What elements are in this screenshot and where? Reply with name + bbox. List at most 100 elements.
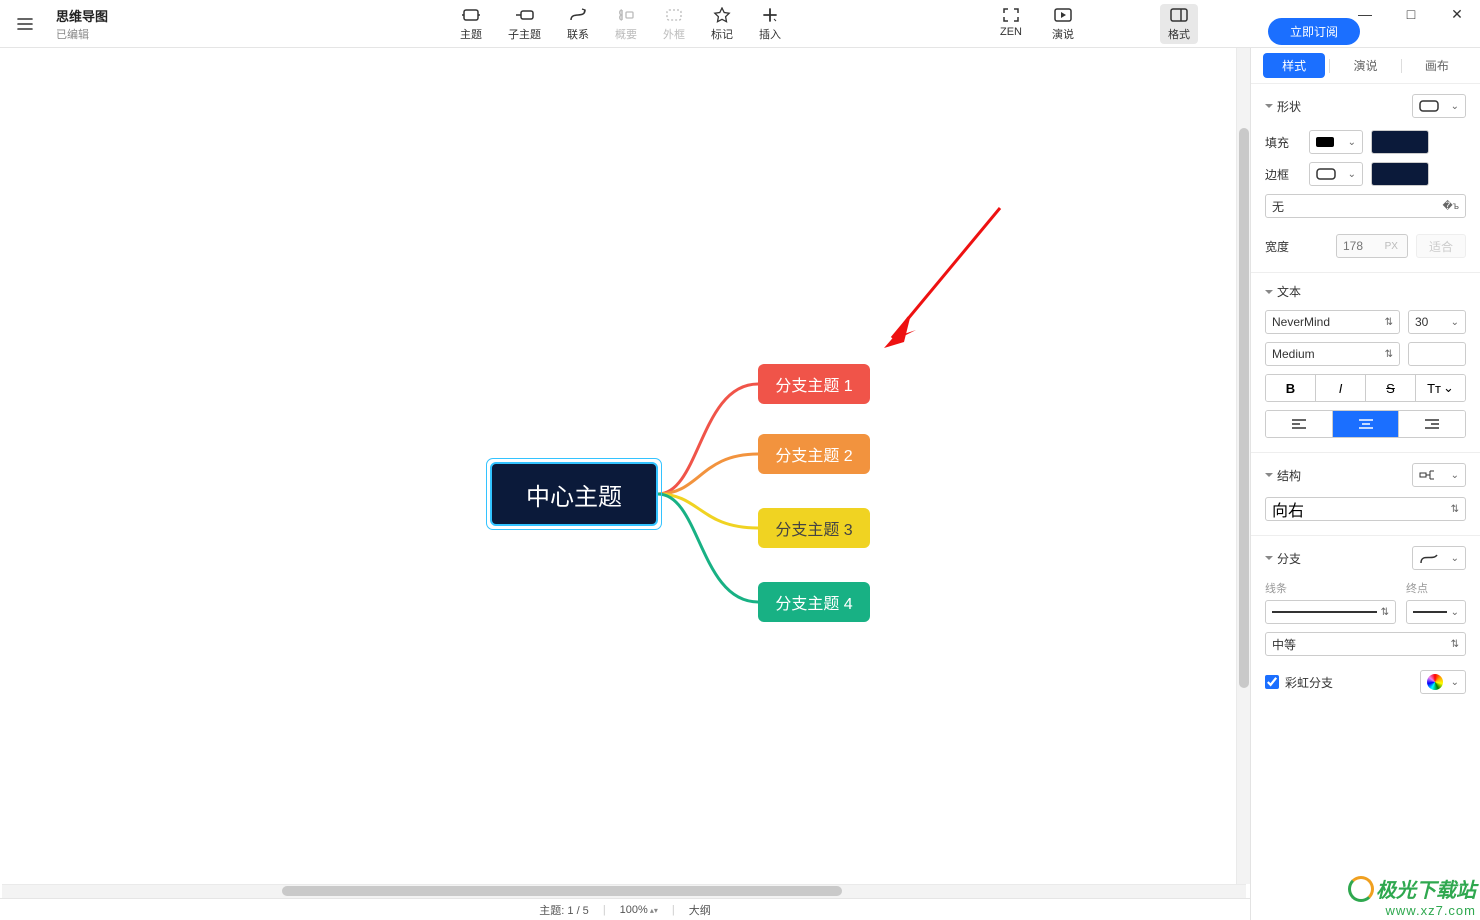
fullscreen-icon — [1001, 6, 1021, 24]
present-button[interactable]: 演说 — [1052, 6, 1074, 42]
fill-style-picker[interactable]: ⌄ — [1309, 130, 1363, 154]
font-family-select[interactable]: NeverMind ⇅ — [1265, 310, 1400, 334]
topic-icon — [461, 6, 481, 24]
chevron-down-icon: ⌄ — [1348, 137, 1356, 148]
horizontal-scrollbar-thumb[interactable] — [282, 886, 842, 896]
width-unit: PX — [1385, 241, 1398, 252]
bold-icon: B — [1286, 381, 1295, 396]
boundary-label: 外框 — [663, 26, 685, 42]
annotation-arrow-icon — [880, 198, 1020, 358]
summary-label: 概要 — [615, 26, 637, 42]
zen-button[interactable]: ZEN — [1000, 6, 1022, 42]
zoom-stepper-icon[interactable]: ▴▾ — [650, 908, 658, 913]
document-status: 已编辑 — [56, 26, 108, 42]
marker-label: 标记 — [711, 26, 733, 42]
toolbar-modes: ZEN 演说 — [1000, 6, 1074, 42]
line-weight-value: 中等 — [1272, 636, 1296, 653]
rainbow-branch-checkbox[interactable] — [1265, 675, 1279, 689]
font-weight-value: Medium — [1272, 347, 1315, 361]
zen-label: ZEN — [1000, 26, 1022, 38]
italic-button[interactable]: I — [1315, 375, 1365, 401]
structure-direction-select[interactable]: 向右 ⇅ — [1265, 497, 1466, 521]
relation-icon — [568, 6, 588, 24]
align-center-button[interactable] — [1332, 411, 1399, 437]
branch-style-picker[interactable]: ⌄ — [1412, 546, 1466, 570]
chevron-down-icon: ⌄ — [1443, 380, 1454, 396]
vertical-scrollbar-thumb[interactable] — [1239, 128, 1249, 688]
line-end-select[interactable]: ⌄ — [1406, 600, 1466, 624]
strike-icon: S — [1386, 381, 1395, 396]
status-topic-count: 主题: 1 / 5 — [539, 902, 589, 918]
text-color-swatch[interactable] — [1408, 342, 1466, 366]
font-family-value: NeverMind — [1272, 315, 1330, 329]
strike-button[interactable]: S — [1365, 375, 1415, 401]
branch-node-2[interactable]: 分支主题 2 — [758, 434, 870, 474]
format-panel-toggle[interactable]: 格式 — [1160, 4, 1198, 44]
branch-node-3[interactable]: 分支主题 3 — [758, 508, 870, 548]
fill-color-swatch[interactable] — [1371, 130, 1429, 154]
border-label: 边框 — [1265, 166, 1301, 183]
boundary-button: 外框 — [663, 6, 685, 42]
canvas-area[interactable]: 中心主题 分支主题 1 分支主题 2 分支主题 3 分支主题 4 — [0, 48, 1250, 898]
line-style-label: 线条 — [1265, 580, 1396, 596]
font-weight-select[interactable]: Medium ⇅ — [1265, 342, 1400, 366]
tab-canvas[interactable]: 画布 — [1406, 53, 1468, 78]
structure-picker[interactable]: ⌄ — [1412, 463, 1466, 487]
stepper-icon: ⇅ — [1385, 349, 1393, 360]
mindmap-canvas[interactable]: 中心主题 分支主题 1 分支主题 2 分支主题 3 分支主题 4 — [0, 48, 1250, 898]
center-topic-text: 中心主题 — [526, 477, 622, 512]
font-size-value: 30 — [1415, 315, 1428, 329]
case-button[interactable]: Tт⌄ — [1415, 375, 1465, 401]
status-zoom[interactable]: 100%▴▾ — [620, 904, 658, 916]
line-end-label: 终点 — [1406, 580, 1466, 596]
chevron-down-icon: ⌄ — [1451, 317, 1459, 328]
topic-button[interactable]: 主题 — [460, 6, 482, 42]
rainbow-scheme-picker[interactable]: ⌄ — [1420, 670, 1466, 694]
vertical-scrollbar[interactable] — [1236, 48, 1250, 884]
branch-node-1[interactable]: 分支主题 1 — [758, 364, 870, 404]
align-left-icon — [1291, 418, 1307, 430]
insert-label: 插入 — [759, 26, 781, 42]
hamburger-menu-button[interactable] — [0, 15, 50, 33]
window-minimize-button[interactable]: — — [1342, 0, 1388, 29]
tab-style[interactable]: 样式 — [1263, 53, 1325, 78]
bold-button[interactable]: B — [1266, 375, 1315, 401]
horizontal-scrollbar[interactable] — [2, 884, 1246, 898]
branch-node-4[interactable]: 分支主题 4 — [758, 582, 870, 622]
summary-icon — [616, 6, 636, 24]
line-style-select[interactable]: ⇅ — [1265, 600, 1396, 624]
section-text: 文本 NeverMind ⇅ 30 ⌄ Medium ⇅ B I S Tт⌄ — [1251, 273, 1480, 453]
text-align-group — [1265, 410, 1466, 438]
relation-button[interactable]: 联系 — [567, 6, 589, 42]
present-label: 演说 — [1052, 26, 1074, 42]
marker-button[interactable]: 标记 — [711, 6, 733, 42]
insert-button[interactable]: 插入 — [759, 6, 781, 42]
format-toggle-wrap: 格式 — [1160, 4, 1198, 44]
section-shape: 形状 ⌄ 填充 ⌄ 边框 ⌄ 无 �ъ — [1251, 84, 1480, 273]
chevron-down-icon: ⌄ — [1451, 101, 1459, 112]
rainbow-branch-label: 彩虹分支 — [1285, 674, 1333, 691]
case-icon: Tт — [1427, 381, 1441, 396]
window-close-button[interactable]: ✕ — [1434, 0, 1480, 29]
tab-present[interactable]: 演说 — [1334, 53, 1396, 78]
branch-text-3: 分支主题 3 — [775, 516, 852, 540]
shape-picker[interactable]: ⌄ — [1412, 94, 1466, 118]
center-topic-node[interactable]: 中心主题 — [490, 462, 658, 526]
branch-section-title: 分支 — [1277, 550, 1301, 567]
toolbar-center: 主题 子主题 联系 概要 外框 标记 插入 — [460, 6, 781, 42]
border-color-swatch[interactable] — [1371, 162, 1429, 186]
border-width-select[interactable]: 无 �ъ — [1265, 194, 1466, 218]
line-weight-select[interactable]: 中等 ⇅ — [1265, 632, 1466, 656]
status-outline-button[interactable]: 大纲 — [689, 902, 711, 918]
chevron-down-icon: ⌄ — [1451, 553, 1459, 564]
border-style-picker[interactable]: ⌄ — [1309, 162, 1363, 186]
window-maximize-button[interactable]: □ — [1388, 0, 1434, 29]
branch-text-2: 分支主题 2 — [775, 442, 852, 466]
play-icon — [1053, 6, 1073, 24]
font-size-select[interactable]: 30 ⌄ — [1408, 310, 1466, 334]
align-left-button[interactable] — [1266, 411, 1332, 437]
line-solid-icon — [1272, 611, 1377, 613]
subtopic-button[interactable]: 子主题 — [508, 6, 541, 42]
align-right-button[interactable] — [1398, 411, 1465, 437]
branch-curve-icon — [1419, 551, 1439, 565]
